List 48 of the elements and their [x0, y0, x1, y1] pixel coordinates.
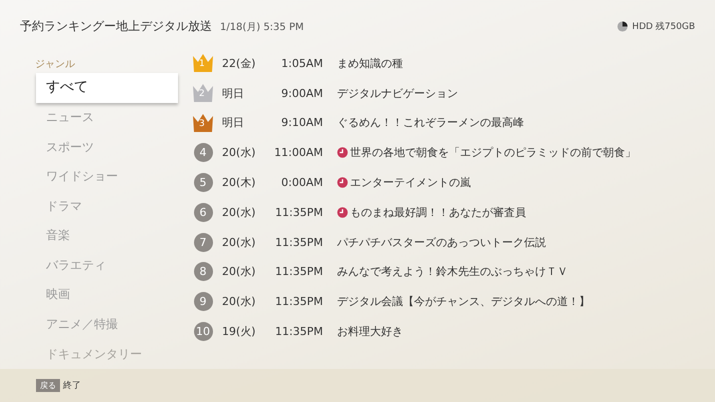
rank-number: 10 [194, 322, 212, 341]
disk-space-label: HDD 残750GB [632, 20, 695, 34]
rank-number: 6 [194, 202, 212, 222]
time-cell-text: 9:00AM [280, 86, 323, 100]
program-title[interactable]: デジタルナビゲーション [337, 86, 458, 101]
rank-number: 2 [199, 89, 205, 100]
genre-heading: ジャンル [35, 58, 76, 72]
disk-usage-icon [617, 21, 628, 32]
rank-number: 7 [194, 232, 212, 252]
rank-number: 5 [194, 172, 212, 192]
date-cell-text: 20(水) [222, 145, 257, 160]
date-cell-text: 20(水) [222, 204, 257, 220]
program-title[interactable]: みんなで考えよう！鈴木先生のぶっちゃけＴＶ [337, 264, 568, 280]
program-title[interactable]: ものまね最好調！！あなたが審査員 [350, 204, 526, 220]
date-cell-text: 20(水) [222, 234, 257, 250]
time-cell-text: 11:35PM [274, 206, 323, 219]
date-cell-text: 明日 [222, 86, 245, 101]
date-cell-text: 明日 [222, 115, 245, 130]
time-cell-text: 11:35PM [274, 324, 323, 338]
genre-item[interactable]: すべて [36, 73, 178, 103]
exit-label: 終了 [63, 380, 81, 392]
time-cell-text: 1:05AM [280, 56, 323, 70]
program-title[interactable]: まめ知識の種 [337, 56, 403, 71]
program-title[interactable]: パチパチバスターズのあっついトーク伝説 [337, 234, 546, 250]
rank-number: 8 [194, 262, 212, 282]
program-title[interactable]: エンターテイメントの嵐 [350, 174, 471, 190]
date-cell-text: 20(水) [222, 294, 257, 310]
program-title[interactable]: お料理大好き [337, 324, 403, 339]
program-title[interactable]: ぐるめん！！これぞラーメンの最高峰 [337, 115, 524, 130]
screen-title: 予約ランキングー地上デジタル放送 [20, 18, 212, 36]
date-cell-text: 20(木) [222, 174, 257, 190]
rank-number: 3 [199, 118, 205, 130]
rank-number: 9 [194, 292, 212, 312]
date-time: 1/18(月) 5:35 PM [220, 20, 304, 34]
time-cell-text: 11:00AM [273, 146, 323, 160]
date-cell-text: 19(火) [222, 324, 257, 339]
date-cell-text: 20(水) [222, 264, 257, 280]
program-title[interactable]: デジタル会議【今がチャンス、デジタルへの道！】 [337, 294, 590, 310]
date-cell-text: 22(金) [222, 56, 257, 71]
program-title[interactable]: 世界の各地で朝食を「エジプトのピラミッドの前で朝食」 [350, 145, 636, 160]
back-key-label: 戻る [36, 379, 60, 392]
time-cell-text: 11:35PM [274, 295, 323, 308]
time-cell-text: 0:00AM [280, 176, 323, 189]
time-cell-text: 11:35PM [274, 265, 323, 278]
rank-number: 4 [194, 143, 212, 162]
time-cell-text: 9:10AM [280, 116, 323, 130]
time-cell-text: 11:35PM [274, 236, 323, 248]
rank-number: 1 [199, 59, 205, 70]
